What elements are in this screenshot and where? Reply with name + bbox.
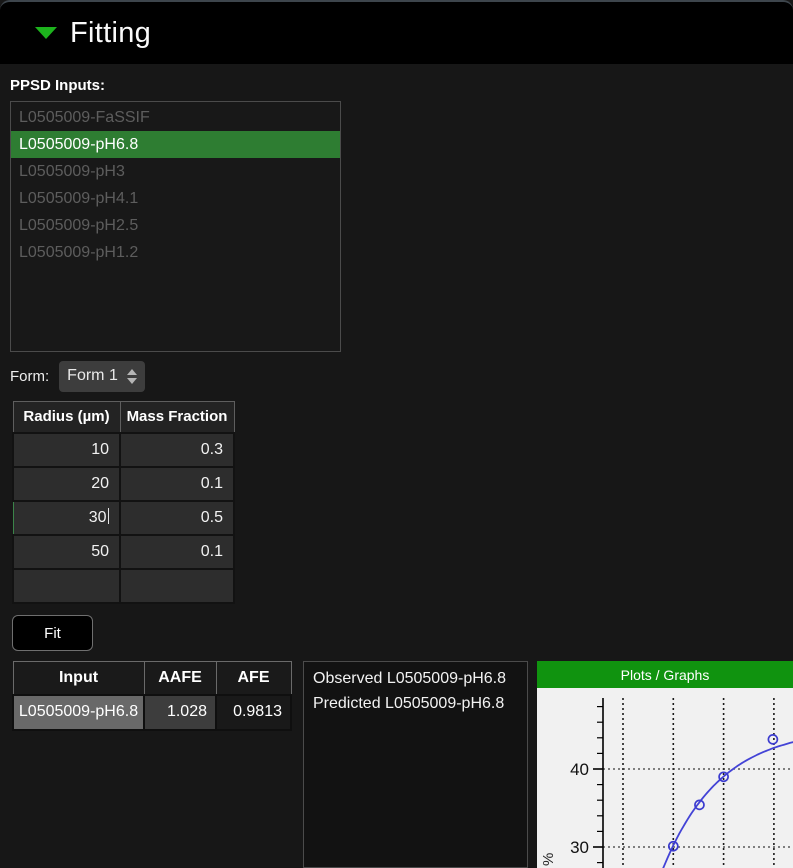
- plots-title: Plots / Graphs: [621, 667, 710, 683]
- psd-cell[interactable]: 20: [13, 467, 120, 501]
- form-label: Form:: [10, 368, 49, 385]
- svg-text:40: 40: [570, 760, 589, 779]
- psd-cell[interactable]: 0.5: [120, 501, 234, 535]
- table-row: 20 0.1: [13, 467, 234, 501]
- page-title: Fitting: [70, 17, 151, 50]
- form-spinner[interactable]: Form 1: [59, 361, 145, 392]
- plots-body: 40 30%: [537, 688, 793, 868]
- table-row: [13, 569, 234, 603]
- list-item[interactable]: L0505009-pH2.5: [11, 212, 340, 239]
- psd-cell[interactable]: 0.1: [120, 467, 234, 501]
- collapse-triangle-icon[interactable]: [35, 27, 57, 39]
- spinner-down-icon[interactable]: [127, 378, 137, 384]
- fit-button[interactable]: Fit: [12, 615, 93, 651]
- psd-cell-editing[interactable]: 30: [13, 501, 120, 535]
- results-header-aafe: AAFE: [144, 662, 216, 695]
- list-item[interactable]: L0505009-pH3: [11, 158, 340, 185]
- ppsd-inputs-label: PPSD Inputs:: [10, 77, 105, 94]
- list-item[interactable]: L0505009-pH6.8: [11, 131, 340, 158]
- results-table: Input AAFE AFE L0505009-pH6.8 1.028 0.98…: [12, 661, 292, 731]
- plots-header: Plots / Graphs: [537, 661, 793, 688]
- ppsd-listbox: L0505009-FaSSIFL0505009-pH6.8L0505009-pH…: [10, 101, 341, 352]
- editing-cell-value: 30: [89, 509, 107, 526]
- legend-panel: Observed L0505009-pH6.8 Predicted L05050…: [303, 661, 528, 868]
- psd-cell[interactable]: 50: [13, 535, 120, 569]
- spinner-up-icon[interactable]: [127, 369, 137, 375]
- list-item[interactable]: L0505009-FaSSIF: [11, 104, 340, 131]
- psd-cell[interactable]: [13, 569, 120, 603]
- spinner-arrows: [127, 369, 137, 384]
- legend-predicted: Predicted L0505009-pH6.8: [313, 692, 527, 717]
- legend-observed: Observed L0505009-pH6.8: [313, 667, 527, 692]
- form-row: Form: Form 1: [10, 360, 145, 392]
- form-spinner-value: Form 1: [67, 367, 118, 385]
- svg-text:30: 30: [570, 838, 589, 857]
- radius-column-header: Radius (µm): [13, 402, 120, 433]
- results-header-input: Input: [13, 662, 144, 695]
- plots-panel: Plots / Graphs 40 30%: [537, 661, 793, 868]
- table-row: L0505009-pH6.8 1.028 0.9813: [13, 695, 291, 730]
- psd-cell[interactable]: [120, 569, 234, 603]
- text-caret: [108, 508, 110, 524]
- results-input-cell[interactable]: L0505009-pH6.8: [13, 695, 144, 730]
- table-row: 30 0.5: [13, 501, 234, 535]
- table-row: 10 0.3: [13, 433, 234, 467]
- psd-cell[interactable]: 0.3: [120, 433, 234, 467]
- svg-text:%: %: [540, 853, 557, 866]
- psd-cell[interactable]: 0.1: [120, 535, 234, 569]
- list-item[interactable]: L0505009-pH1.2: [11, 239, 340, 266]
- psd-table: Radius (µm) Mass Fraction 10 0.3 20 0.1 …: [12, 401, 235, 604]
- list-item[interactable]: L0505009-pH4.1: [11, 185, 340, 212]
- fitting-header: Fitting: [0, 0, 793, 64]
- results-header-afe: AFE: [216, 662, 291, 695]
- psd-cell[interactable]: 10: [13, 433, 120, 467]
- mass-fraction-column-header: Mass Fraction: [120, 402, 234, 433]
- chart-canvas: 40 30%: [537, 688, 793, 868]
- results-aafe-cell: 1.028: [144, 695, 216, 730]
- table-row: 50 0.1: [13, 535, 234, 569]
- results-afe-cell: 0.9813: [216, 695, 291, 730]
